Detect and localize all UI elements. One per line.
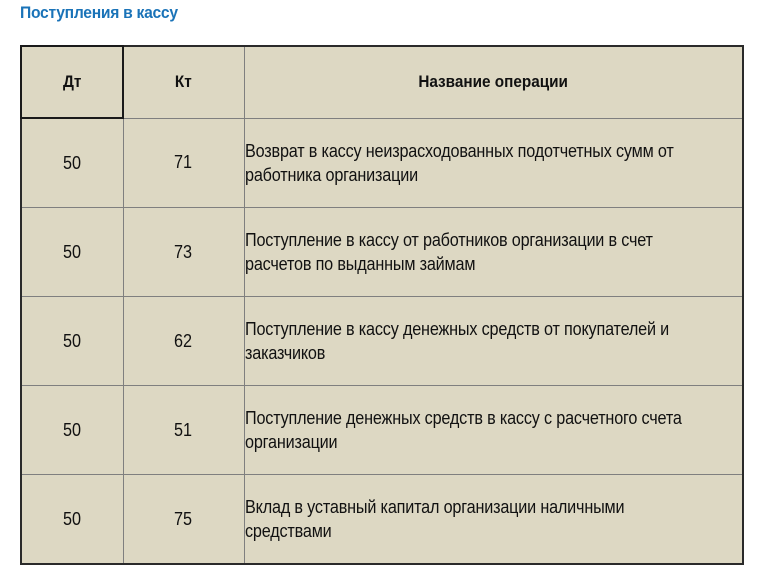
debit-cell: 50 [20, 296, 124, 386]
debit-cell: 50 [20, 474, 124, 565]
accounting-entries-table: Дт Кт Название операции 50 71 Возврат в … [20, 45, 744, 565]
operation-cell: Поступление в кассу от работников органи… [243, 207, 744, 297]
operation-text-line2: заказчиков [244, 343, 325, 363]
header-operation: Название операции [243, 45, 744, 119]
credit-value: 75 [174, 508, 193, 529]
operation-cell: Поступление в кассу денежных средств от … [243, 296, 744, 386]
operation-text-line1: Возврат в кассу неизрасходованных подотч… [244, 140, 674, 161]
credit-cell: 75 [122, 474, 245, 565]
operation-cell: Вклад в уставный капитал организации нал… [243, 474, 744, 565]
table-row: 50 75 Вклад в уставный капитал организац… [20, 474, 744, 565]
debit-cell: 50 [20, 117, 124, 208]
table-row: 50 51 Поступление денежных средств в кас… [20, 385, 744, 475]
table-row: 50 62 Поступление в кассу денежных средс… [20, 296, 744, 386]
debit-value: 50 [63, 330, 82, 351]
credit-cell: 73 [122, 207, 245, 297]
debit-value: 50 [63, 419, 82, 440]
operation-text-line2: средствами [244, 521, 332, 541]
credit-value: 62 [174, 330, 193, 351]
debit-value: 50 [63, 241, 82, 262]
header-debit-label: Дт [62, 72, 82, 91]
debit-value: 50 [63, 152, 82, 173]
credit-cell: 71 [122, 117, 245, 208]
debit-cell: 50 [20, 385, 124, 475]
operation-cell: Поступление денежных средств в кассу с р… [243, 385, 744, 475]
operation-text-line1: Поступление в кассу от работников органи… [244, 230, 653, 250]
operation-text-line2: расчетов по выданным займам [244, 254, 475, 274]
table-row: 50 71 Возврат в кассу неизрасходованных … [20, 117, 744, 208]
table-row: 50 73 Поступление в кассу от работников … [20, 207, 744, 297]
credit-cell: 51 [122, 385, 245, 475]
header-operation-label: Название операции [418, 72, 569, 92]
operation-text-line1: Поступление денежных средств в кассу с р… [244, 408, 682, 428]
credit-value: 73 [174, 241, 193, 262]
header-credit: Кт [122, 45, 245, 119]
credit-value: 51 [174, 419, 193, 440]
operation-text-line2: организации [244, 432, 338, 452]
credit-cell: 62 [122, 296, 245, 386]
header-debit: Дт [20, 45, 124, 119]
operation-cell: Возврат в кассу неизрасходованных подотч… [243, 117, 744, 208]
operation-text-line2: работника организации [244, 164, 418, 185]
header-credit-label: Кт [175, 72, 193, 92]
operation-text-line1: Вклад в уставный капитал организации нал… [244, 497, 625, 517]
debit-cell: 50 [20, 207, 124, 297]
page-title: Поступления в кассу [20, 3, 178, 22]
table-header-row: Дт Кт Название операции [20, 45, 744, 119]
operation-text-line1: Поступление в кассу денежных средств от … [244, 319, 669, 339]
debit-value: 50 [63, 508, 82, 529]
credit-value: 71 [174, 152, 193, 173]
